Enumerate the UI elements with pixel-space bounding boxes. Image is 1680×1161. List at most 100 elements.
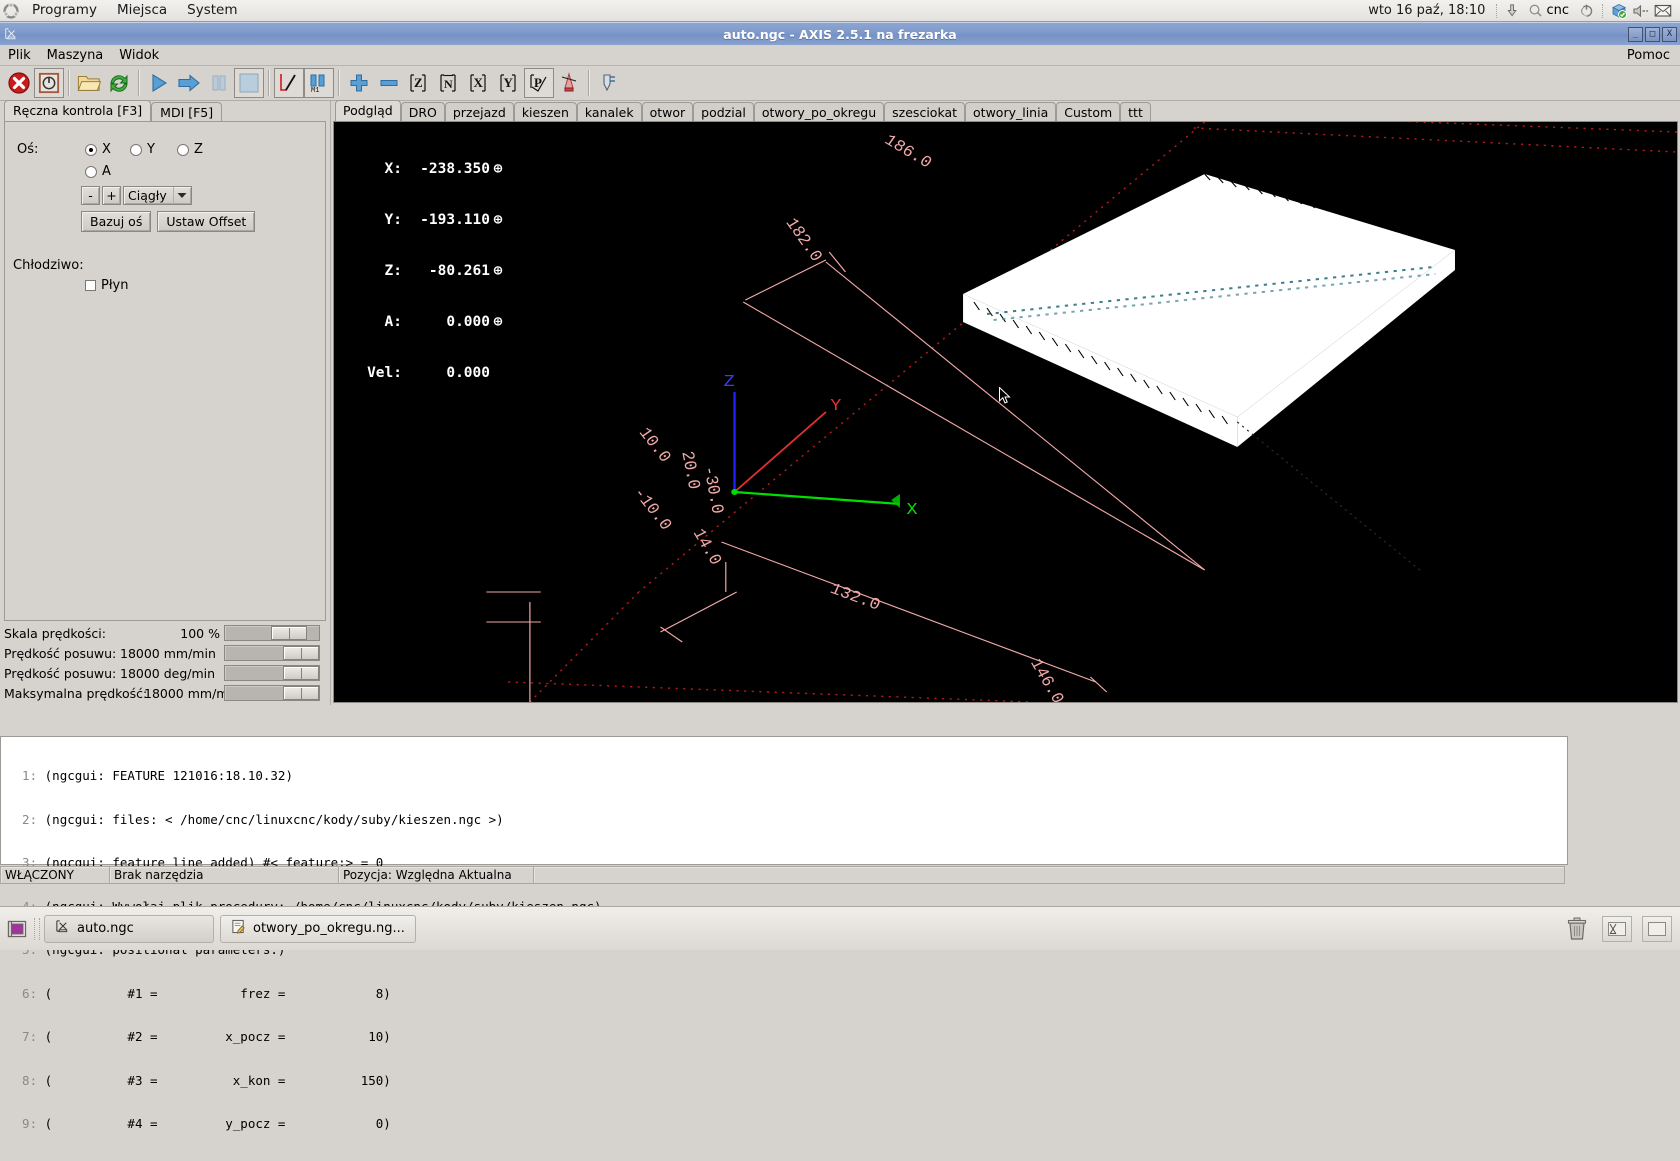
- run-program-button[interactable]: [144, 68, 174, 98]
- ubuntu-logo-icon[interactable]: [0, 0, 22, 22]
- chevron-down-icon[interactable]: [172, 187, 191, 204]
- panel-clock[interactable]: wto 16 paź, 18:10: [1362, 3, 1491, 18]
- open-file-button[interactable]: [74, 68, 104, 98]
- taskbar-item-auto-ngc-label: auto.ngc: [77, 921, 134, 936]
- gcode-line-9: 9: ( #4 = y_pocz = 0): [7, 1116, 391, 1131]
- axis-radio-a-indicator[interactable]: [85, 165, 97, 178]
- tab-reczna-kontrola[interactable]: Ręczna kontrola [F3]: [4, 100, 152, 121]
- panel-separator: [1496, 3, 1498, 18]
- jog-mode-combo[interactable]: Ciągły: [123, 186, 192, 205]
- tab-podglad[interactable]: Podgląd: [335, 100, 401, 121]
- window-minimize-button[interactable]: _: [1628, 26, 1643, 42]
- slider-thumb-feed-linear[interactable]: [283, 646, 319, 660]
- axis-radio-x[interactable]: X: [85, 142, 130, 157]
- taskbar-item-otwory[interactable]: otwory_po_okregu.ng...: [220, 914, 416, 943]
- panel-menu-system[interactable]: System: [177, 0, 247, 21]
- status-tool-info: Brak narzędzia: [109, 866, 339, 884]
- zoom-out-button[interactable]: [374, 68, 404, 98]
- slider-feed-linear[interactable]: [224, 645, 320, 661]
- volume-icon[interactable]: [1630, 1, 1652, 21]
- search-icon[interactable]: [1524, 1, 1546, 21]
- axis-radio-y-indicator[interactable]: [130, 143, 142, 156]
- taskbar-grip[interactable]: [34, 917, 40, 940]
- tab-kieszen[interactable]: kieszen: [513, 102, 577, 122]
- step-program-button[interactable]: [174, 68, 204, 98]
- estop-button[interactable]: [4, 68, 34, 98]
- tab-kanalek[interactable]: kanalek: [576, 102, 642, 122]
- slider-label-feed-angular: Prędkość posuwu:: [4, 665, 117, 681]
- slider-thumb-feed-angular[interactable]: [283, 666, 319, 680]
- axis-radio-y[interactable]: Y: [130, 142, 177, 157]
- set-offset-button[interactable]: Ustaw Offset: [157, 211, 256, 232]
- dro-axis-y-homed-icon: ⊕: [493, 212, 503, 228]
- view-z-button[interactable]: Z: [404, 68, 434, 98]
- mail-icon[interactable]: [1652, 1, 1674, 21]
- window-maximize-button[interactable]: □: [1645, 26, 1660, 42]
- jog-plus-button[interactable]: +: [102, 186, 121, 205]
- menu-plik[interactable]: Plik: [0, 46, 39, 65]
- 3d-preview-viewport[interactable]: 186.0 182.0 132.0 146.0 14.0 10.0 -10.0 …: [333, 121, 1678, 703]
- dro-line-z: Z: -80.261 ⊕: [354, 263, 506, 280]
- slider-thumb-speed-scale[interactable]: [271, 626, 307, 640]
- workspace-switcher-2[interactable]: [1642, 915, 1672, 942]
- view-y-button[interactable]: Y: [494, 68, 524, 98]
- coolant-flood-checkbox[interactable]: Płyn: [85, 278, 128, 293]
- machine-power-button[interactable]: [34, 68, 64, 98]
- update-manager-icon[interactable]: [1502, 1, 1524, 21]
- slider-max-velocity[interactable]: [224, 685, 320, 701]
- menu-maszyna[interactable]: Maszyna: [39, 46, 112, 65]
- reload-file-button[interactable]: [104, 68, 134, 98]
- slider-speed-scale[interactable]: [224, 625, 320, 641]
- view-x-button[interactable]: X: [464, 68, 494, 98]
- zoom-in-button[interactable]: [344, 68, 374, 98]
- tab-szesciokat[interactable]: szesciokat: [884, 102, 966, 122]
- view-z2-button[interactable]: N: [434, 68, 464, 98]
- panel-menu-programy[interactable]: Programy: [22, 0, 107, 21]
- show-desktop-icon[interactable]: [4, 916, 30, 942]
- dro-readout: X: -238.350 ⊕ Y: -193.110 ⊕ Z: -80.261 ⊕: [354, 127, 506, 416]
- tab-dro[interactable]: DRO: [400, 102, 445, 122]
- axis-label-z: Z: [724, 373, 735, 392]
- home-axis-button[interactable]: Bazuj oś: [81, 211, 152, 232]
- workspace-switcher-1[interactable]: [1602, 915, 1632, 942]
- preview-tabs: Podgląd DRO przejazd kieszen kanalek otw…: [331, 100, 1680, 122]
- panel-menu-miejsca[interactable]: Miejsca: [107, 0, 177, 21]
- axis-radio-a[interactable]: A: [85, 164, 111, 179]
- taskbar-item-auto-ngc[interactable]: auto.ngc: [44, 914, 214, 943]
- tab-ttt[interactable]: ttt: [1120, 102, 1151, 122]
- tab-otwory-po-okregu[interactable]: otwory_po_okregu: [753, 102, 885, 122]
- dro-vel-spacer: [490, 365, 506, 382]
- toggle-optional-stop-button[interactable]: M1: [304, 68, 334, 98]
- tab-mdi[interactable]: MDI [F5]: [151, 102, 223, 122]
- tab-otwor[interactable]: otwor: [641, 102, 694, 122]
- slider-feed-angular[interactable]: [224, 665, 320, 681]
- tool-touchoff-button[interactable]: [594, 68, 624, 98]
- tab-przejazd[interactable]: przejazd: [444, 102, 514, 122]
- jog-minus-button[interactable]: -: [81, 186, 100, 205]
- gcode-line-7: 7: ( #2 = x_pocz = 10): [7, 1029, 391, 1044]
- axis-radio-z-indicator[interactable]: [177, 143, 189, 156]
- slider-row-feed-linear: Prędkość posuwu: 18000 mm/min: [0, 643, 330, 663]
- window-right-filler: [1568, 736, 1680, 884]
- tab-otwory-linia[interactable]: otwory_linia: [965, 102, 1057, 122]
- coolant-flood-check-indicator[interactable]: [85, 280, 96, 291]
- slider-thumb-max-velocity[interactable]: [283, 686, 319, 700]
- tab-custom[interactable]: Custom: [1056, 102, 1121, 122]
- window-close-button[interactable]: X: [1662, 26, 1677, 42]
- tab-podzial[interactable]: podzial: [693, 102, 754, 122]
- window-titlebar: auto.ngc - AXIS 2.5.1 na frezarka _ □ X: [0, 22, 1680, 45]
- clear-plot-button[interactable]: [554, 68, 584, 98]
- gcode-text-panel[interactable]: 1: (ngcgui: FEATURE 121016:18.10.32) 2: …: [0, 736, 1568, 1131]
- 3d-scene: 186.0 182.0 132.0 146.0 14.0 10.0 -10.0 …: [334, 122, 1677, 702]
- menu-widok[interactable]: Widok: [111, 46, 167, 65]
- menu-pomoc[interactable]: Pomoc: [1619, 46, 1680, 65]
- power-icon[interactable]: [1575, 1, 1597, 21]
- view-p-button[interactable]: P: [524, 68, 554, 98]
- trash-icon[interactable]: [1562, 914, 1592, 944]
- panel-username[interactable]: cnc: [1546, 3, 1575, 18]
- axis-radio-x-indicator[interactable]: [85, 143, 97, 156]
- package-update-icon[interactable]: [1608, 1, 1630, 21]
- dro-line-a: A: 0.000 ⊕: [354, 314, 506, 331]
- axis-radio-z[interactable]: Z: [177, 142, 203, 157]
- toggle-block-delete-button[interactable]: [274, 68, 304, 98]
